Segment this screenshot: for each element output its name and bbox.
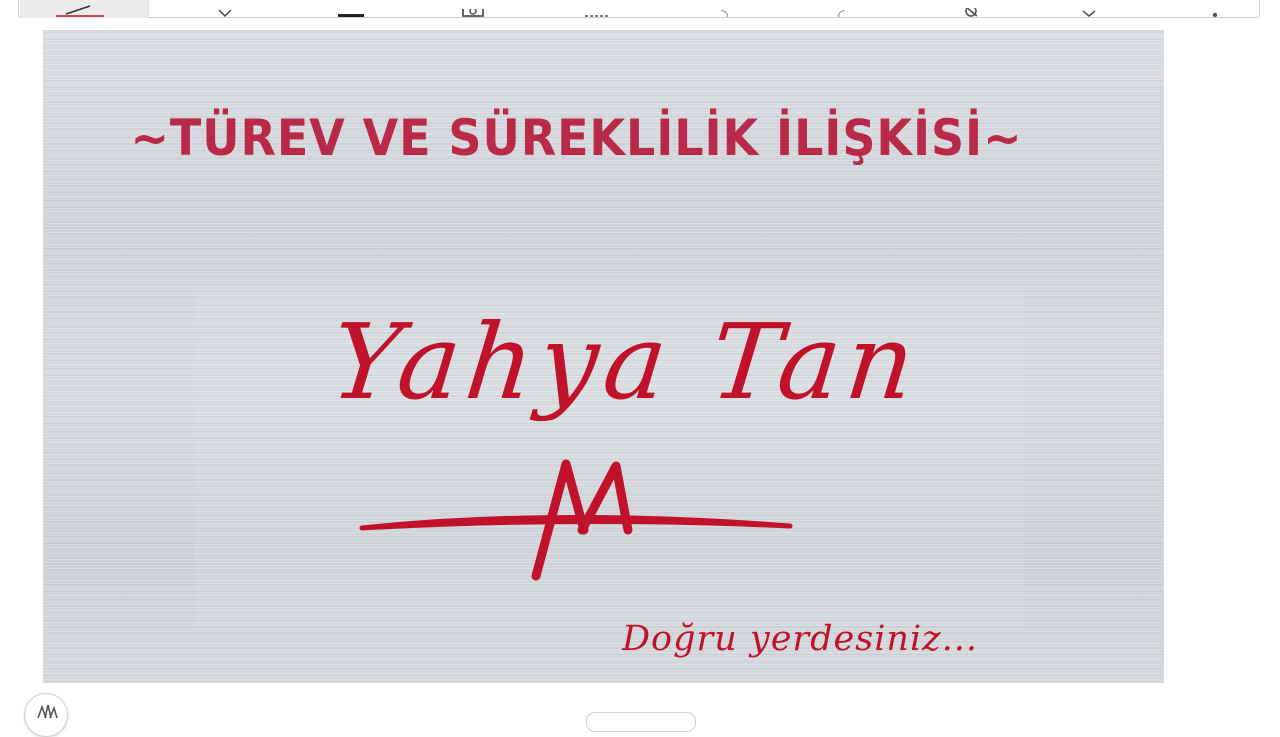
top-toolbar <box>18 0 1260 18</box>
slide-title: ~TÜREV VE SÜREKLİLİK İLİŞKİSİ~ <box>130 109 1023 167</box>
pencils-icon <box>37 704 58 719</box>
undo-tool-button[interactable] <box>705 0 745 18</box>
check-icon <box>1082 10 1096 18</box>
hide-tool-button[interactable] <box>949 0 989 18</box>
hide-icon <box>965 8 978 17</box>
eraser-tool-button[interactable] <box>205 0 245 18</box>
author-name: Yahya Tan <box>325 301 927 423</box>
tools-button[interactable] <box>24 693 68 737</box>
highlighter-icon <box>338 14 364 17</box>
lasso-tool-button[interactable] <box>577 0 617 18</box>
eraser-icon <box>218 10 232 18</box>
slide-canvas: ~TÜREV VE SÜREKLİLİK İLİŞKİSİ~ Yahya Tan… <box>43 30 1164 683</box>
page-indicator[interactable] <box>586 712 696 732</box>
more-tool-button[interactable] <box>1195 0 1235 18</box>
redo-tool-button[interactable] <box>821 0 861 18</box>
undo-icon <box>720 10 728 18</box>
camera-tool-button[interactable] <box>453 0 493 18</box>
tagline-text: Doğru yerdesiniz... <box>622 619 978 659</box>
signature-logo <box>359 459 793 581</box>
pen-tool-button[interactable] <box>20 0 149 18</box>
check-tool-button[interactable] <box>1069 0 1109 18</box>
more-icon <box>1212 12 1218 18</box>
lasso-icon <box>585 15 609 17</box>
camera-icon <box>462 9 484 17</box>
pen-icon <box>56 5 104 17</box>
highlighter-tool-button[interactable] <box>331 0 371 18</box>
redo-icon <box>838 10 846 18</box>
